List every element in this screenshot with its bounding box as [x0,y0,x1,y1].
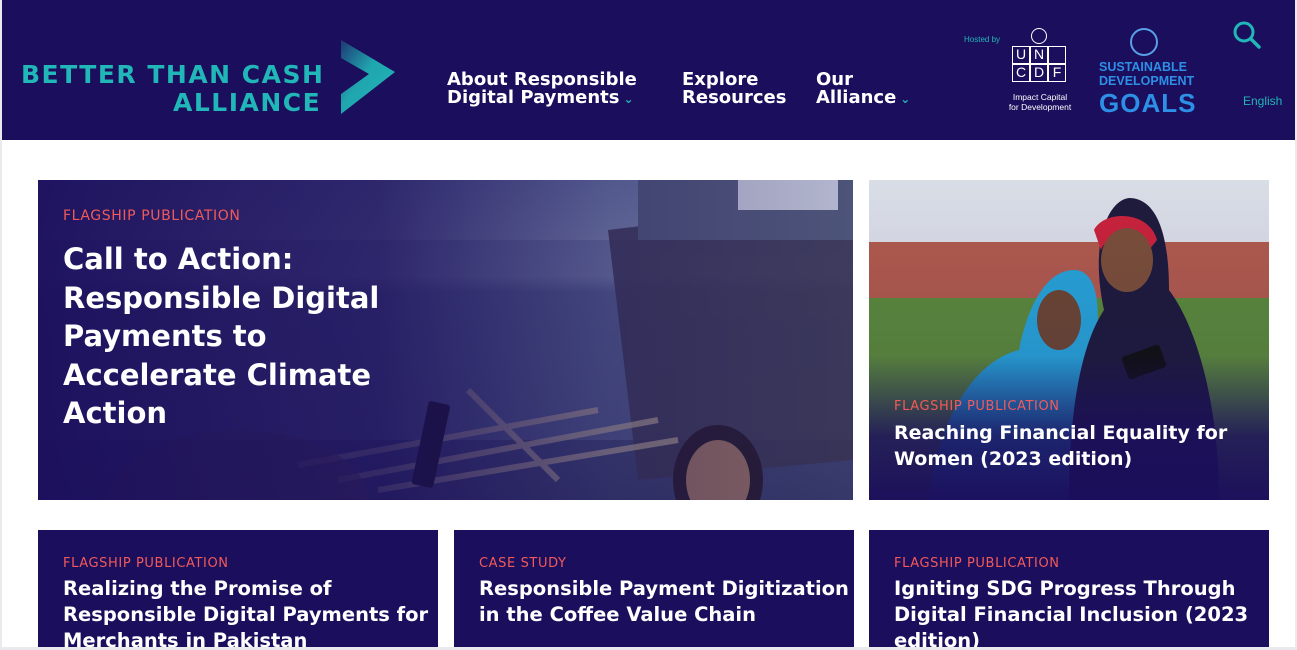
card-eyebrow: FLAGSHIP PUBLICATION [894,399,1060,414]
hosted-by-label: Hosted by [964,35,1001,44]
logo-text-line2: ALLIANCE [173,88,322,117]
uncdf-letter: D [1030,64,1048,82]
uncdf-letter: F [1048,64,1066,82]
card-eyebrow: CASE STUDY [479,556,567,571]
featured-card-title: Call to Action: Responsible Digital Paym… [63,242,380,430]
uncdf-letter: U [1012,46,1030,64]
uncdf-caption-line2: for Development [1008,102,1072,112]
chevron-down-icon: ⌄ [900,92,911,106]
sdg-line3: GOALS [1099,88,1197,118]
uncdf-caption-line1: Impact Capital [1012,92,1068,102]
site-header: BETTER THAN CASH ALLIANCE About Responsi… [2,0,1295,140]
nav-label-line2: Digital Payments [447,87,620,108]
resource-card-title: Realizing the Promise of Responsible Dig… [63,577,429,647]
uncdf-letter: N [1030,46,1048,64]
resource-card-title: Igniting SDG Progress Through Digital Fi… [894,577,1249,647]
featured-card[interactable]: FLAGSHIP PUBLICATION Call to Action: Res… [38,180,853,500]
un-emblem-icon [1031,28,1047,44]
resource-card[interactable]: FLAGSHIP PUBLICATION Igniting SDG Progre… [869,530,1269,647]
logo-chevron-icon [341,40,395,114]
uncdf-logo[interactable]: U N C D F Impact Capital for Development [1000,28,1080,116]
sdg-logo[interactable]: SUSTAINABLE DEVELOPMENT GOALS [1096,28,1196,118]
card-eyebrow: FLAGSHIP PUBLICATION [63,208,241,224]
nav-label-line2: Resources [682,87,787,108]
uncdf-letter-grid: U N C D F [1012,46,1066,82]
uncdf-letter: C [1012,64,1030,82]
search-icon[interactable] [1230,18,1264,52]
card-eyebrow: FLAGSHIP PUBLICATION [63,556,229,571]
site-logo[interactable]: BETTER THAN CASH ALLIANCE [21,38,401,118]
sdg-line2: DEVELOPMENT [1099,74,1195,88]
language-selector[interactable]: English [1243,94,1282,108]
chevron-down-icon: ⌄ [623,92,634,106]
side-card-title: Reaching Financial Equality for Women (2… [894,422,1228,470]
logo-text-line1: BETTER THAN CASH [21,60,325,89]
uncdf-letter [1048,46,1066,64]
nav-label-line2: Alliance [816,87,897,108]
un-emblem-icon [1130,28,1158,56]
card-eyebrow: FLAGSHIP PUBLICATION [894,556,1060,571]
resource-card[interactable]: CASE STUDY Responsible Payment Digitizat… [454,530,854,647]
uncdf-caption: Impact Capital for Development [1000,92,1080,112]
nav-our-alliance[interactable]: Our Alliance ⌄ [816,71,910,108]
resource-card-title: Responsible Payment Digitization in the … [479,577,849,626]
nav-about-responsible-digital-payments[interactable]: About Responsible Digital Payments ⌄ [447,71,637,108]
nav-explore-resources[interactable]: Explore Resources [682,71,786,107]
resource-card[interactable]: FLAGSHIP PUBLICATION Realizing the Promi… [38,530,438,647]
page: BETTER THAN CASH ALLIANCE About Responsi… [2,0,1295,647]
sdg-line1: SUSTAINABLE [1099,60,1187,74]
side-card[interactable]: FLAGSHIP PUBLICATION Reaching Financial … [869,180,1269,500]
